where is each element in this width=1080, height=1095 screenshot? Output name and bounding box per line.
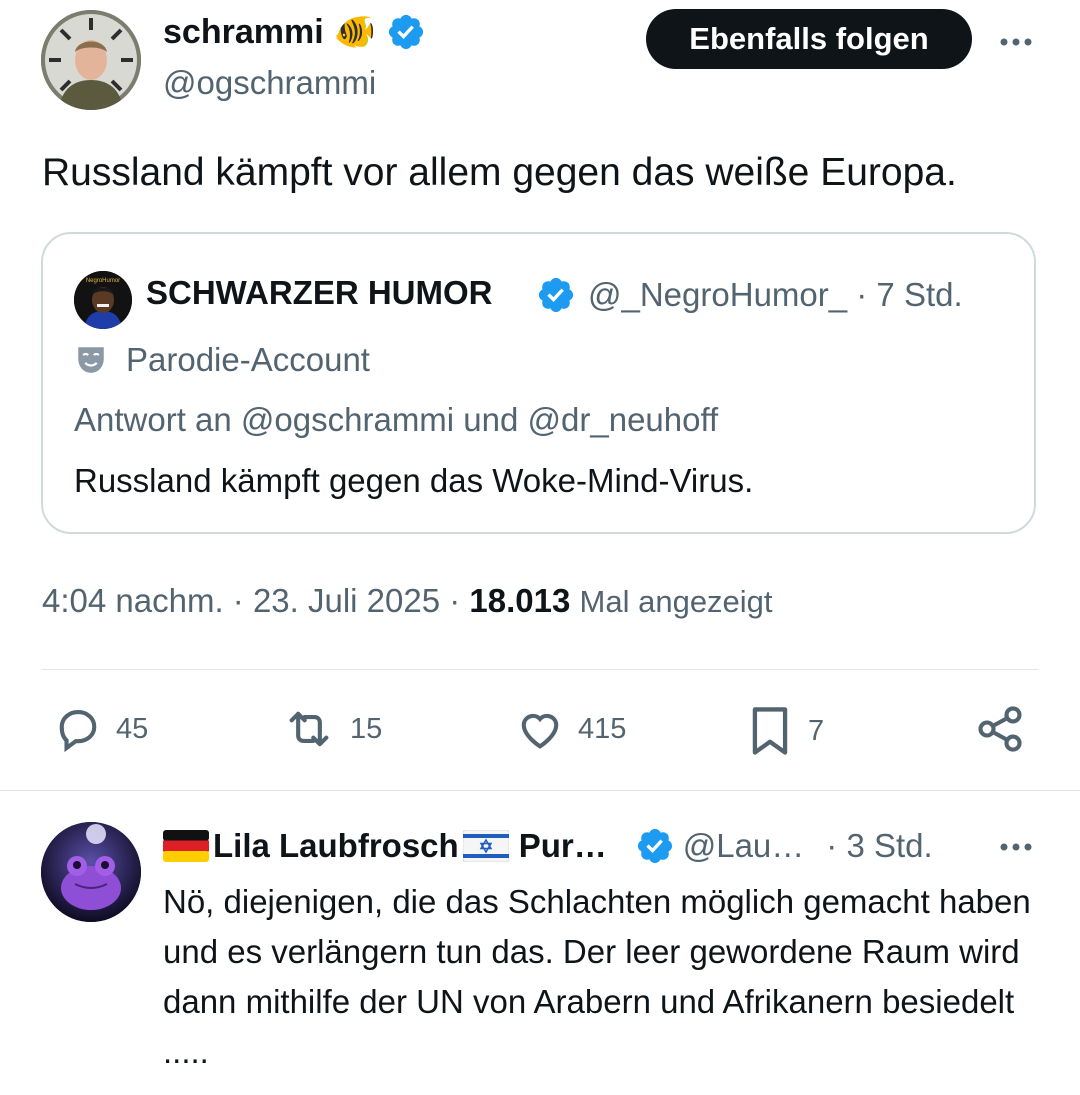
view-count: 18.013: [469, 582, 571, 619]
like-count: 415: [578, 712, 627, 745]
reply-verified-badge-icon: [637, 828, 672, 864]
tweet-text: Russland kämpft vor allem gegen das weiß…: [42, 151, 957, 194]
retweet-icon: [289, 711, 329, 747]
quote-avatar-text: NegroHumor: [86, 278, 120, 284]
verified-badge-icon: [388, 14, 424, 50]
quote-text: Russland kämpft gegen das Woke-Mind-Viru…: [74, 462, 754, 499]
parody-label-text: Parodie-Account: [126, 341, 370, 378]
quoted-tweet[interactable]: NegroHumor SCHWARZER HUMOR @_NegroHumor_…: [41, 232, 1036, 534]
more-icon[interactable]: [996, 22, 1036, 62]
reply-header: Lila Laubfrosch Pur… @Lau… · 3 Std.: [163, 826, 933, 866]
like-icon: [521, 713, 559, 749]
reply-author-name-suffix[interactable]: Pur…: [519, 827, 607, 865]
germany-flag-icon: [163, 830, 209, 862]
author-name[interactable]: schrammi: [163, 13, 324, 52]
retweet-button[interactable]: 15: [280, 703, 382, 755]
bookmark-icon: [752, 707, 788, 755]
bookmark-count: 7: [808, 714, 825, 747]
reply-count: 45: [116, 712, 149, 745]
quote-author-name[interactable]: SCHWARZER HUMOR: [146, 274, 492, 312]
reply-more-icon[interactable]: [996, 827, 1036, 867]
divider-bottom: [0, 790, 1080, 791]
reply-time[interactable]: · 3 Std.: [826, 827, 932, 865]
quote-author-avatar[interactable]: NegroHumor: [74, 271, 132, 329]
author-name-row: schrammi 🐠: [163, 12, 426, 52]
share-icon: [978, 706, 1022, 752]
quote-reply-to[interactable]: Antwort an @ogschrammi und @dr_neuhoff: [74, 401, 718, 439]
reply-text: Nö, diejenigen, die das Schlachten mögli…: [163, 883, 1031, 1070]
retweet-count: 15: [350, 712, 383, 745]
quote-verified-badge-icon: [538, 277, 574, 313]
reply-icon: [59, 710, 97, 753]
reply-author-handle[interactable]: @Lau…: [683, 827, 805, 865]
tweet-timestamp[interactable]: 4:04 nachm. · 23. Juli 2025 ·: [42, 582, 460, 619]
israel-flag-icon: [462, 830, 509, 862]
bookmark-button[interactable]: 7: [744, 703, 824, 759]
author-avatar[interactable]: [41, 10, 141, 110]
view-count-label: Mal angezeigt: [579, 584, 773, 619]
author-emoji: 🐠: [333, 13, 376, 51]
reply-author-avatar[interactable]: [41, 822, 141, 922]
author-handle[interactable]: @ogschrammi: [163, 64, 376, 102]
share-button[interactable]: [974, 703, 1026, 755]
reply-button[interactable]: 45: [52, 703, 148, 755]
reply-author-name[interactable]: Lila Laubfrosch: [213, 827, 459, 865]
quote-author-handle[interactable]: @_NegroHumor_ · 7 Std.: [588, 276, 963, 314]
divider-top: [42, 669, 1038, 670]
parody-account-label: Parodie-Account: [74, 341, 370, 379]
follow-back-button[interactable]: Ebenfalls folgen: [646, 9, 972, 69]
like-button[interactable]: 415: [514, 703, 626, 755]
tweet-meta: 4:04 nachm. · 23. Juli 2025 · 18.013 Mal…: [42, 582, 773, 620]
parody-mask-icon: [78, 347, 104, 373]
